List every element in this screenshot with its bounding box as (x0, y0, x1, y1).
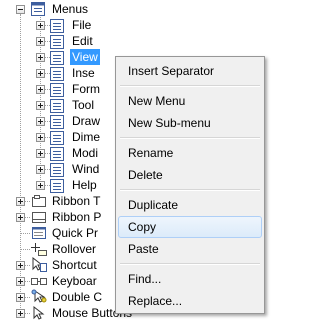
tree-item-node[interactable]: Quick Pr (0, 225, 120, 241)
menu-item-rename[interactable]: Rename (118, 142, 262, 164)
tree-item-label: Rollover (52, 242, 97, 256)
tree-item-node[interactable]: Shortcut (0, 256, 120, 273)
mouse-buttons-icon (31, 305, 47, 321)
menu-item-delete[interactable]: Delete (118, 164, 262, 186)
menu-item-duplicate[interactable]: Duplicate (118, 194, 262, 216)
tree-item-label: View (70, 49, 100, 65)
menu-item-insert-separator[interactable]: Insert Separator (118, 60, 262, 82)
menu-separator (120, 137, 260, 139)
expand-icon[interactable] (36, 37, 45, 46)
menu-item-new-sub-menu[interactable]: New Sub-menu (118, 112, 262, 134)
expand-icon[interactable] (36, 21, 45, 30)
tree-item-label: File (72, 18, 92, 32)
tree-item-node[interactable]: Ribbon P (0, 209, 120, 225)
tree-connector (20, 233, 30, 234)
menu-item-icon (50, 35, 64, 49)
expand-icon[interactable] (36, 149, 45, 158)
tree-item-menu[interactable]: Form (0, 81, 120, 97)
double-click-icon (31, 289, 47, 305)
expand-icon[interactable] (36, 133, 45, 142)
expand-icon[interactable] (16, 197, 25, 206)
tree-item-menu[interactable]: Dime (0, 129, 120, 145)
expand-icon[interactable] (16, 277, 25, 286)
tree-item-node[interactable]: Keyboar (0, 273, 120, 289)
menu-item-replace[interactable]: Replace... (118, 290, 262, 312)
ribbon-tab-icon (31, 193, 47, 209)
tree-item-label: Double C (52, 290, 103, 304)
menu-item-icon (50, 115, 64, 129)
expand-icon[interactable] (16, 309, 25, 318)
menu-item-icon (50, 131, 64, 145)
menu-item-icon (50, 147, 64, 161)
tree-item-menu[interactable]: Edit (0, 33, 120, 49)
menu-item-icon (50, 163, 64, 177)
expand-icon[interactable] (16, 293, 25, 302)
tree-item-menu[interactable]: Modi (0, 145, 120, 161)
tree-item-label: Draw (72, 114, 101, 128)
menu-item-icon (50, 19, 64, 33)
keyboard-shortcut-icon (31, 273, 47, 289)
menu-item-icon (50, 51, 64, 65)
tree-item-label: Ribbon P (52, 210, 102, 224)
tree-item-label: Inse (72, 66, 95, 80)
tree-connector (20, 249, 30, 250)
tree-item-label: Help (72, 178, 97, 192)
expand-icon[interactable] (16, 261, 25, 270)
tree-item-label: Form (72, 82, 100, 96)
tree-item-label: Dime (72, 130, 101, 144)
tree-item-label: Menus (52, 2, 89, 16)
tree-item-node[interactable]: Ribbon T (0, 193, 120, 209)
expand-icon[interactable] (36, 69, 45, 78)
quick-properties-icon (31, 225, 47, 241)
tree-item-menu[interactable]: View (0, 49, 120, 65)
menu-item-icon (50, 179, 64, 193)
shortcut-menu-icon (31, 256, 47, 273)
tree-item-label: Ribbon T (52, 194, 101, 208)
rollover-tooltip-icon (31, 241, 47, 257)
tree-item-label: Quick Pr (52, 226, 99, 240)
tree-item-menus[interactable]: Menus (0, 1, 120, 17)
expand-icon[interactable] (36, 85, 45, 94)
context-menu: Insert Separator New Menu New Sub-menu Rena… (115, 56, 265, 314)
tree-item-label: Tool (72, 98, 95, 112)
menu-separator (120, 189, 260, 191)
menu-item-paste[interactable]: Paste (118, 238, 262, 260)
menu-separator (120, 85, 260, 87)
tree-item-menu[interactable]: Tool (0, 97, 120, 113)
tree-item-label: Edit (72, 34, 93, 48)
tree-item-node[interactable]: Double C (0, 289, 120, 305)
menu-item-icon (50, 83, 64, 97)
menu-item-find[interactable]: Find... (118, 268, 262, 290)
tree-item-label: Keyboar (52, 274, 97, 288)
tree-item-node[interactable]: Rollover (0, 241, 120, 257)
ribbon-panel-icon (31, 209, 47, 225)
menu-item-copy[interactable]: Copy (118, 216, 262, 238)
menus-icon (30, 1, 46, 17)
tree-item-label: Shortcut (52, 258, 97, 272)
menu-separator (120, 263, 260, 265)
tree-item-menu[interactable]: Inse (0, 65, 120, 81)
expand-icon[interactable] (36, 101, 45, 110)
tree-item-label: Modi (72, 146, 99, 160)
tree-item-menu[interactable]: Help (0, 177, 120, 193)
expand-icon[interactable] (36, 181, 45, 190)
tree-item-menu[interactable]: Draw (0, 113, 120, 129)
tree-item-node[interactable]: Mouse Buttons (0, 305, 132, 321)
collapse-icon[interactable] (16, 5, 25, 14)
menu-item-icon (50, 67, 64, 81)
menu-item-new-menu[interactable]: New Menu (118, 90, 262, 112)
expand-icon[interactable] (36, 53, 45, 62)
expand-icon[interactable] (16, 213, 25, 222)
tree-item-menu[interactable]: Wind (0, 161, 120, 177)
menu-item-icon (50, 99, 64, 113)
tree-item-label: Wind (72, 162, 100, 176)
tree-item-menu[interactable]: File (0, 17, 120, 33)
expand-icon[interactable] (36, 165, 45, 174)
expand-icon[interactable] (36, 117, 45, 126)
